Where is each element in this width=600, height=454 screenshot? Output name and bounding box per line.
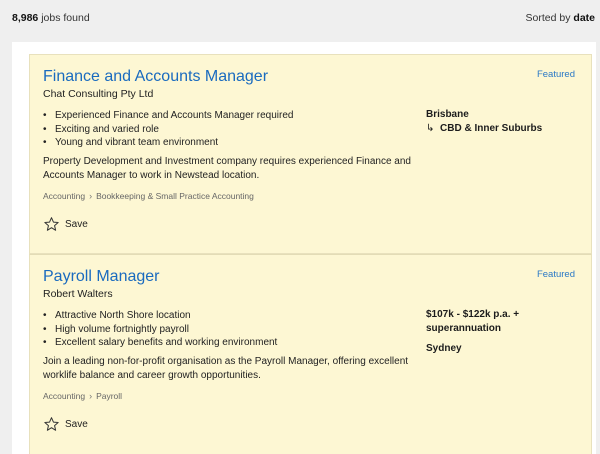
save-label: Save (65, 418, 88, 430)
chevron-right-icon: › (89, 391, 93, 401)
job-description: Join a leading non-for-profit organisati… (43, 356, 409, 381)
results-count-number: 8,986 (12, 12, 39, 24)
results-header: 8,986 jobs found Sorted by date (0, 0, 600, 40)
subclassification-link[interactable]: Bookkeeping & Small Practice Accounting (96, 191, 254, 201)
featured-badge: Featured (536, 269, 575, 280)
job-highlight: Young and vibrant team environment (43, 136, 293, 150)
job-classification: Accounting › Payroll (43, 391, 122, 401)
save-button[interactable]: Save (43, 416, 88, 432)
return-arrow-icon: ↳ (426, 122, 435, 134)
subclassification-link[interactable]: Payroll (96, 391, 122, 401)
job-location[interactable]: Sydney (426, 342, 519, 356)
job-highlight: Exciting and varied role (43, 123, 293, 137)
star-outline-icon (44, 417, 59, 431)
save-label: Save (65, 218, 88, 230)
results-count-suffix: jobs found (38, 12, 90, 24)
featured-badge: Featured (536, 69, 575, 80)
job-highlight: Experienced Finance and Accounts Manager… (43, 109, 293, 123)
job-card[interactable]: Finance and Accounts Manager Chat Consul… (29, 54, 592, 254)
job-salary-line: superannuation (426, 322, 502, 334)
job-highlight: Attractive North Shore location (43, 309, 277, 323)
job-highlights: Attractive North Shore location High vol… (43, 309, 277, 350)
results-list: Finance and Accounts Manager Chat Consul… (12, 42, 596, 454)
job-highlight: High volume fortnightly payroll (43, 323, 277, 337)
classification-link[interactable]: Accounting (43, 391, 85, 401)
job-salary-line: $107k - $122k p.a. + (426, 309, 520, 320)
results-count: 8,986 jobs found (12, 12, 90, 24)
classification-link[interactable]: Accounting (43, 191, 85, 201)
job-card[interactable]: Payroll Manager Robert Walters Featured … (29, 254, 592, 454)
star-outline-icon (44, 217, 59, 231)
job-highlight: Excellent salary benefits and working en… (43, 336, 277, 350)
sort-value[interactable]: date (573, 12, 595, 24)
job-company[interactable]: Robert Walters (43, 288, 113, 300)
job-title[interactable]: Payroll Manager (43, 268, 160, 286)
job-classification: Accounting › Bookkeeping & Small Practic… (43, 191, 254, 201)
job-description: Property Development and Investment comp… (43, 156, 411, 181)
job-highlights: Experienced Finance and Accounts Manager… (43, 109, 293, 150)
chevron-right-icon: › (89, 191, 93, 201)
job-location[interactable]: Brisbane (426, 108, 542, 122)
sort-label: Sorted by (525, 12, 574, 24)
save-button[interactable]: Save (43, 216, 88, 232)
job-area[interactable]: CBD & Inner Suburbs (440, 122, 542, 136)
job-company[interactable]: Chat Consulting Pty Ltd (43, 88, 153, 100)
job-salary-location-block: $107k - $122k p.a. + superannuation Sydn… (426, 308, 519, 356)
job-location-block: Brisbane ↳ CBD & Inner Suburbs (426, 108, 542, 135)
job-title[interactable]: Finance and Accounts Manager (43, 68, 268, 86)
sort-indicator[interactable]: Sorted by date (526, 12, 595, 24)
